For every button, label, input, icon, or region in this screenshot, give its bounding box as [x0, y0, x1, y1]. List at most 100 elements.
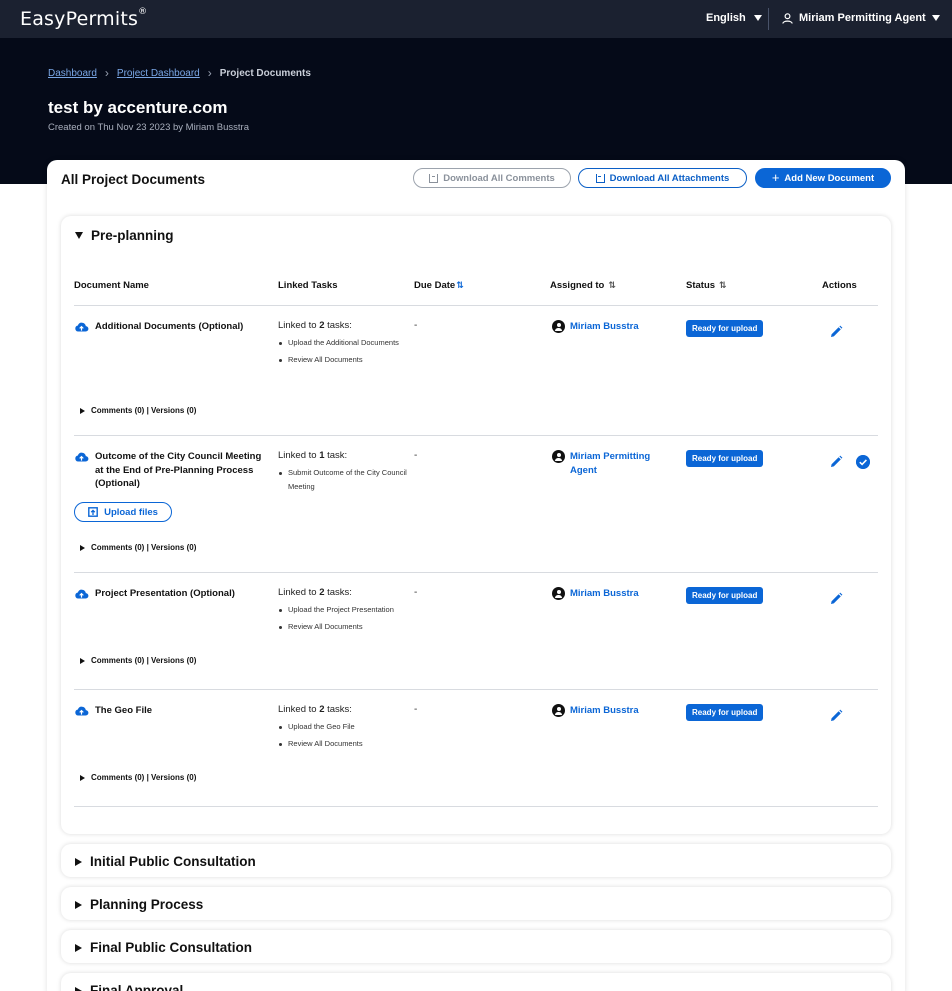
sort-icon: ⇅ — [456, 280, 464, 290]
section-toggle-final-approval[interactable]: Final Approval — [75, 983, 183, 991]
triangle-right-icon — [75, 943, 82, 952]
linked-tasks: Linked to 2 tasks: Upload the Geo File R… — [278, 704, 410, 753]
triangle-right-icon — [80, 657, 85, 664]
pencil-icon[interactable] — [829, 455, 843, 469]
divider — [74, 572, 878, 573]
triangle-right-icon — [80, 774, 85, 781]
list-item: Upload the Geo File — [279, 720, 410, 734]
status-badge: Ready for upload — [686, 704, 764, 721]
triangle-right-icon — [80, 544, 85, 551]
pencil-icon[interactable] — [829, 592, 843, 606]
card-title: All Project Documents — [61, 172, 206, 187]
pencil-icon[interactable] — [829, 709, 843, 723]
assignee[interactable]: Miriam Busstra — [552, 587, 639, 601]
document-name[interactable]: Project Presentation (Optional) — [74, 587, 265, 601]
caret-down-icon — [753, 15, 762, 21]
list-item: Upload the Additional Documents — [279, 336, 410, 350]
person-icon — [552, 587, 565, 600]
divider — [74, 435, 878, 436]
breadcrumb-dashboard[interactable]: Dashboard — [48, 68, 97, 79]
triangle-right-icon — [75, 986, 82, 991]
assignee[interactable]: Miriam Busstra — [552, 320, 639, 334]
column-header-actions: Actions — [822, 280, 857, 291]
download-all-attachments-button[interactable]: Download All Attachments — [578, 168, 747, 188]
download-icon — [595, 173, 605, 183]
column-header-document-name: Document Name — [74, 280, 149, 291]
language-label: English — [706, 12, 746, 24]
person-icon — [552, 450, 565, 463]
cloud-upload-icon — [75, 706, 89, 716]
top-bar: EasyPermits® English Miriam Permitting A… — [0, 0, 952, 38]
user-icon — [782, 12, 793, 24]
status-badge: Ready for upload — [686, 320, 764, 337]
column-header-linked-tasks: Linked Tasks — [278, 280, 338, 291]
pencil-icon[interactable] — [829, 325, 843, 339]
column-header-due-date[interactable]: Due Date ⇅ — [414, 280, 464, 291]
check-circle-icon[interactable] — [856, 455, 870, 469]
chevron-right-icon: › — [207, 66, 212, 80]
upload-icon — [88, 507, 98, 517]
column-header-assigned-to[interactable]: Assigned to ⇅ — [550, 280, 616, 291]
documents-card: All Project Documents Download All Comme… — [47, 160, 905, 991]
section-initial-public-consultation: Initial Public Consultation — [61, 844, 891, 877]
download-all-comments-button[interactable]: Download All Comments — [413, 168, 571, 188]
cloud-upload-icon — [75, 452, 89, 462]
page-subtitle: Created on Thu Nov 23 2023 by Miriam Bus… — [48, 122, 250, 133]
list-item: Submit Outcome of the City Council Meeti… — [279, 466, 410, 493]
status-badge: Ready for upload — [686, 587, 764, 604]
triangle-right-icon — [80, 407, 85, 414]
linked-tasks: Linked to 1 task: Submit Outcome of the … — [278, 450, 410, 496]
divider — [74, 806, 878, 807]
list-item: Review All Documents — [279, 737, 410, 751]
sort-icon: ⇅ — [608, 280, 616, 290]
section-pre-planning: Pre-planning Document Name Linked Tasks … — [61, 216, 891, 834]
caret-down-icon — [931, 15, 940, 21]
linked-tasks: Linked to 2 tasks: Upload the Additional… — [278, 320, 410, 369]
section-toggle-planning-process[interactable]: Planning Process — [75, 897, 203, 912]
status-badge: Ready for upload — [686, 450, 764, 467]
cloud-upload-icon — [75, 322, 89, 332]
section-final-public-consultation: Final Public Consultation — [61, 930, 891, 963]
user-name: Miriam Permitting Agent — [799, 12, 926, 24]
add-new-document-button[interactable]: + Add New Document — [755, 168, 891, 188]
section-final-approval: Final Approval — [61, 973, 891, 991]
divider — [768, 8, 769, 30]
page-title: test by accenture.com — [48, 98, 228, 117]
linked-tasks: Linked to 2 tasks: Upload the Project Pr… — [278, 587, 418, 636]
document-name[interactable]: Additional Documents (Optional) — [74, 320, 265, 334]
app-logo[interactable]: EasyPermits® — [20, 7, 147, 30]
comments-versions-toggle[interactable]: Comments (0) | Versions (0) — [80, 656, 196, 665]
breadcrumb-current: Project Documents — [219, 67, 311, 79]
user-menu[interactable]: Miriam Permitting Agent — [782, 12, 940, 24]
list-item: Upload the Project Presentation — [279, 603, 418, 617]
comments-versions-toggle[interactable]: Comments (0) | Versions (0) — [80, 543, 196, 552]
divider — [74, 305, 878, 306]
due-date: - — [414, 450, 418, 461]
comments-versions-toggle[interactable]: Comments (0) | Versions (0) — [80, 773, 196, 782]
cloud-upload-icon — [75, 589, 89, 599]
download-icon — [429, 173, 439, 183]
plus-icon: + — [771, 170, 780, 185]
breadcrumb-project-dashboard[interactable]: Project Dashboard — [117, 68, 200, 79]
section-planning-process: Planning Process — [61, 887, 891, 920]
language-selector[interactable]: English — [706, 12, 762, 24]
section-toggle-final-public-consultation[interactable]: Final Public Consultation — [75, 940, 252, 955]
triangle-down-icon — [75, 232, 83, 239]
document-name[interactable]: The Geo File — [74, 704, 265, 718]
due-date: - — [414, 320, 418, 331]
assignee[interactable]: Miriam Permitting Agent — [552, 450, 670, 477]
triangle-right-icon — [75, 857, 82, 866]
chevron-right-icon: › — [104, 66, 109, 80]
column-header-status[interactable]: Status ⇅ — [686, 280, 727, 291]
breadcrumb: Dashboard › Project Dashboard › Project … — [48, 66, 311, 80]
list-item: Review All Documents — [279, 620, 410, 634]
section-toggle-pre-planning[interactable]: Pre-planning — [75, 228, 174, 243]
comments-versions-toggle[interactable]: Comments (0) | Versions (0) — [80, 406, 196, 415]
section-toggle-initial-public-consultation[interactable]: Initial Public Consultation — [75, 854, 256, 869]
person-icon — [552, 320, 565, 333]
document-name[interactable]: Outcome of the City Council Meeting at t… — [74, 450, 267, 491]
upload-files-button[interactable]: Upload files — [74, 502, 172, 522]
due-date: - — [414, 587, 418, 598]
due-date: - — [414, 704, 418, 715]
assignee[interactable]: Miriam Busstra — [552, 704, 639, 718]
